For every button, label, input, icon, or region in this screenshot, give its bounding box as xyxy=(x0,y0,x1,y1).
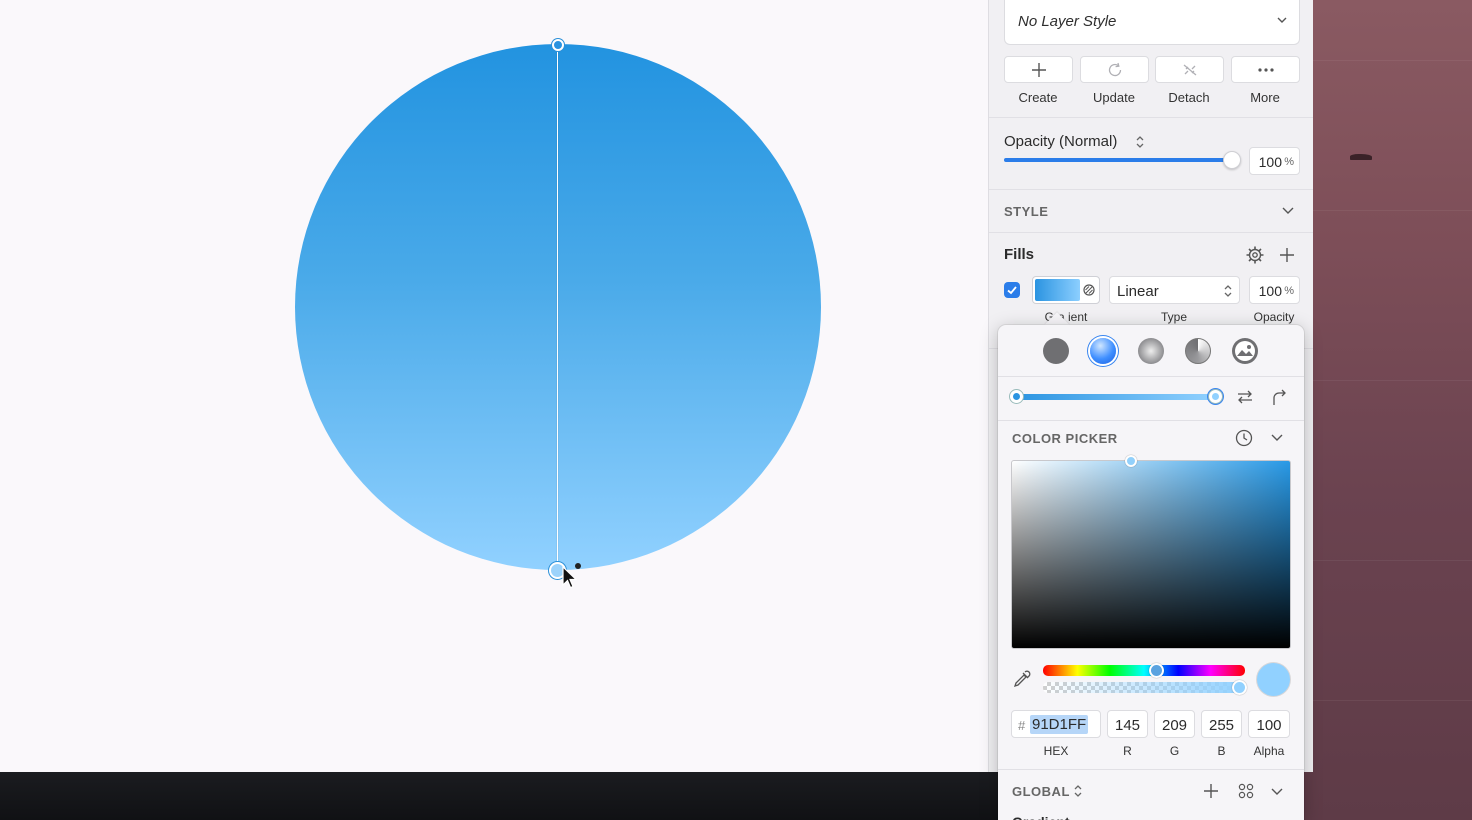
green-value: 209 xyxy=(1161,717,1188,734)
detach-icon xyxy=(1183,64,1197,76)
alpha-value: 100 xyxy=(1256,717,1282,734)
layer-style-dropdown[interactable]: No Layer Style xyxy=(1004,0,1300,45)
radial-gradient-icon[interactable] xyxy=(1138,338,1164,364)
gear-icon[interactable] xyxy=(1245,245,1265,265)
solid-fill-icon[interactable] xyxy=(1043,338,1069,364)
color-picker-popover: COLOR PICKER # 91D1FF 145 209 255 100 HE… xyxy=(998,325,1304,820)
fill-opacity-unit: % xyxy=(1284,285,1294,297)
fill-opacity-value: 100 xyxy=(1258,283,1282,299)
create-style-button[interactable] xyxy=(1004,56,1073,83)
g-label: G xyxy=(1169,744,1180,758)
alpha-input[interactable]: 100 xyxy=(1248,710,1290,738)
green-input[interactable]: 209 xyxy=(1154,710,1195,738)
hue-slider-knob[interactable] xyxy=(1149,663,1164,678)
fill-enabled-checkbox[interactable] xyxy=(1004,282,1020,298)
style-section-heading: STYLE xyxy=(1004,204,1049,219)
blue-value: 255 xyxy=(1208,717,1235,734)
color-picker-heading: COLOR PICKER xyxy=(1012,431,1118,446)
pointer-cursor-icon xyxy=(562,566,578,589)
gradient-stops-track[interactable] xyxy=(1015,394,1215,400)
updown-chevron-icon[interactable] xyxy=(1134,134,1146,150)
b-label: B xyxy=(1217,744,1226,758)
add-fill-icon[interactable] xyxy=(1278,246,1296,264)
refresh-icon xyxy=(1108,62,1122,77)
swap-arrows-icon[interactable] xyxy=(1235,388,1255,406)
opacity-mode-label[interactable]: Opacity (Normal) xyxy=(1004,133,1117,150)
more-style-button[interactable] xyxy=(1231,56,1300,83)
hex-value: 91D1FF xyxy=(1030,715,1089,734)
global-colors-heading[interactable]: GLOBAL xyxy=(1012,784,1070,799)
rotate-icon[interactable] xyxy=(1270,388,1288,406)
fills-heading: Fills xyxy=(1004,246,1035,263)
hue-slider[interactable] xyxy=(1043,665,1245,676)
r-label: R xyxy=(1123,744,1132,758)
add-swatch-icon[interactable] xyxy=(1203,783,1219,799)
design-canvas[interactable] xyxy=(0,0,988,772)
create-label: Create xyxy=(1018,90,1058,105)
type-label: Type xyxy=(1160,310,1187,324)
opacity-unit: % xyxy=(1284,156,1294,168)
hex-hash: # xyxy=(1018,718,1026,733)
color-variable-icon[interactable] xyxy=(1082,283,1096,297)
dock-strip xyxy=(0,772,1000,820)
fill-type-select[interactable]: Linear xyxy=(1109,276,1240,304)
saturation-brightness-field[interactable] xyxy=(1011,460,1291,649)
opacity-value: 100 xyxy=(1258,154,1282,170)
hex-label: HEX xyxy=(1043,744,1069,758)
blue-input[interactable]: 255 xyxy=(1201,710,1242,738)
opacity-input[interactable]: 100 % xyxy=(1249,147,1300,175)
gradient-direction-line xyxy=(557,44,558,570)
hex-input[interactable]: # 91D1FF xyxy=(1011,710,1101,738)
detach-style-button[interactable] xyxy=(1155,56,1224,83)
saturation-knob[interactable] xyxy=(1125,455,1137,467)
plus-icon xyxy=(1032,63,1046,77)
ellipsis-icon xyxy=(1258,68,1274,72)
updown-chevron-icon xyxy=(1224,285,1232,297)
chevron-down-icon[interactable] xyxy=(1280,204,1296,218)
red-input[interactable]: 145 xyxy=(1107,710,1148,738)
detach-label: Detach xyxy=(1168,90,1210,105)
alpha-slider-knob[interactable] xyxy=(1232,680,1247,695)
update-style-button[interactable] xyxy=(1080,56,1149,83)
eyedropper-icon[interactable] xyxy=(1012,669,1032,689)
island-rock xyxy=(1350,154,1372,160)
update-label: Update xyxy=(1093,90,1135,105)
clock-icon[interactable] xyxy=(1235,429,1253,447)
fill-opacity-input[interactable]: 100 % xyxy=(1249,276,1300,304)
current-color-preview xyxy=(1257,663,1290,696)
chevron-down-icon xyxy=(1277,17,1287,23)
fill-gradient-swatch[interactable] xyxy=(1032,276,1100,304)
more-label: More xyxy=(1250,90,1280,105)
layer-style-value: No Layer Style xyxy=(1018,13,1117,30)
linear-gradient-icon[interactable] xyxy=(1090,338,1116,364)
opacity-slider-track[interactable] xyxy=(1004,158,1232,162)
gradient-section-heading: Gradient xyxy=(1012,814,1070,820)
fill-type-value: Linear xyxy=(1117,283,1159,300)
chevron-down-icon[interactable] xyxy=(1270,785,1284,799)
checkmark-icon xyxy=(1007,286,1017,295)
gradient-start-handle[interactable] xyxy=(552,39,564,51)
chevron-down-icon[interactable] xyxy=(1270,431,1284,445)
image-fill-icon[interactable] xyxy=(1232,338,1258,364)
alpha-label: Alpha xyxy=(1253,744,1285,758)
image-glyph-icon xyxy=(1235,341,1255,361)
gradient-stop-start[interactable] xyxy=(1009,389,1024,404)
updown-chevron-icon[interactable] xyxy=(1073,783,1083,799)
angular-gradient-icon[interactable] xyxy=(1185,338,1211,364)
gradient-preview xyxy=(1035,279,1080,301)
grid-view-icon[interactable] xyxy=(1238,783,1254,799)
gradient-circle-shape[interactable] xyxy=(295,44,821,570)
opacity-slider-knob[interactable] xyxy=(1223,151,1241,169)
opacity-label: Opacity xyxy=(1253,310,1295,324)
red-value: 145 xyxy=(1114,717,1141,734)
alpha-slider[interactable] xyxy=(1043,682,1245,693)
gradient-stop-end[interactable] xyxy=(1208,389,1223,404)
